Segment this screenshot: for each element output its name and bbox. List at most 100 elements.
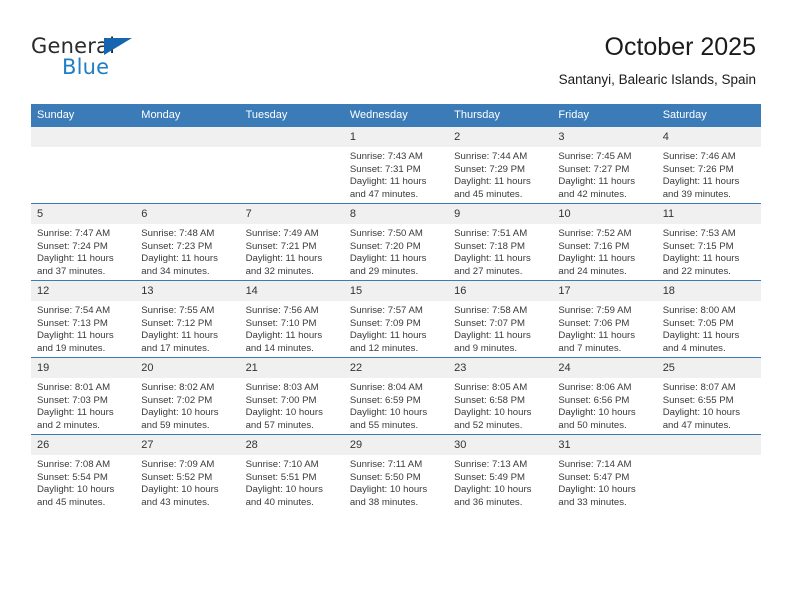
sunset-time: Sunset: 5:50 PM — [349, 471, 421, 483]
calendar-day-cell[interactable]: 29 Sunrise: 7:11 AM Sunset: 5:50 PM Dayligh… — [343, 434, 449, 511]
calendar-day-cell[interactable]: 2 Sunrise: 7:44 AM Sunset: 7:29 PM Daylight… — [448, 126, 553, 204]
calendar-day-cell[interactable]: 30 Sunrise: 7:13 AM Sunset: 5:49 PM Dayligh… — [448, 434, 553, 511]
calendar-day-cell[interactable]: 14 Sunrise: 7:56 AM Sunset: 7:10 PM Dayligh… — [239, 280, 344, 358]
sunset-time: Sunset: 7:06 PM — [558, 317, 630, 329]
calendar-day-cell[interactable]: 25 Sunrise: 8:07 AM Sunset: 6:55 PM Dayligh… — [656, 357, 761, 435]
sunset-time: Sunset: 6:59 PM — [349, 394, 421, 406]
calendar-day-cell[interactable]: 9 Sunrise: 7:51 AM Sunset: 7:18 PM Daylight… — [448, 203, 553, 281]
day-number: 31 — [552, 435, 657, 455]
sunset-time: Sunset: 7:16 PM — [558, 240, 630, 252]
day-details: Sunrise: 7:44 AM Sunset: 7:29 PM Daylight:… — [448, 147, 552, 201]
daylight-duration: Daylight: 10 hours and 52 minutes. — [454, 407, 532, 431]
day-details: Sunrise: 7:08 AM Sunset: 5:54 PM Daylight:… — [31, 455, 135, 509]
daylight-duration: Daylight: 10 hours and 45 minutes. — [37, 484, 115, 508]
daylight-duration: Daylight: 10 hours and 43 minutes. — [141, 484, 219, 508]
daylight-duration: Daylight: 11 hours and 9 minutes. — [454, 330, 531, 354]
sunrise-time: Sunrise: 7:49 AM — [245, 228, 319, 239]
calendar-day-cell[interactable]: 7 Sunrise: 7:49 AM Sunset: 7:21 PM Daylight… — [239, 203, 344, 281]
sunset-time: Sunset: 7:07 PM — [454, 317, 526, 329]
sunset-time: Sunset: 5:47 PM — [558, 471, 630, 483]
calendar-day-cell[interactable]: 21 Sunrise: 8:03 AM Sunset: 7:00 PM Dayligh… — [239, 357, 344, 435]
sunset-time: Sunset: 5:52 PM — [141, 471, 213, 483]
calendar-day-cell[interactable]: 22 Sunrise: 8:04 AM Sunset: 6:59 PM Dayligh… — [343, 357, 449, 435]
sunrise-time: Sunrise: 8:07 AM — [662, 382, 736, 393]
sunrise-time: Sunrise: 7:58 AM — [454, 305, 528, 316]
calendar-day-cell[interactable]: 8 Sunrise: 7:50 AM Sunset: 7:20 PM Daylight… — [343, 203, 449, 281]
sunrise-time: Sunrise: 7:11 AM — [349, 459, 423, 470]
day-number: 15 — [343, 281, 449, 301]
calendar-day-cell[interactable]: 5 Sunrise: 7:47 AM Sunset: 7:24 PM Daylight… — [31, 203, 136, 281]
calendar-empty-cell — [135, 126, 240, 204]
day-number: 4 — [656, 127, 761, 147]
day-details: Sunrise: 7:58 AM Sunset: 7:07 PM Daylight:… — [448, 301, 552, 355]
calendar-day-cell[interactable]: 15 Sunrise: 7:57 AM Sunset: 7:09 PM Dayligh… — [343, 280, 449, 358]
daylight-duration: Daylight: 11 hours and 19 minutes. — [37, 330, 114, 354]
day-number: 27 — [135, 435, 240, 455]
weekday-header-thursday: Thursday — [448, 104, 553, 127]
day-details: Sunrise: 8:04 AM Sunset: 6:59 PM Daylight:… — [344, 378, 448, 432]
calendar-day-cell[interactable]: 10 Sunrise: 7:52 AM Sunset: 7:16 PM Dayligh… — [552, 203, 657, 281]
calendar-day-cell[interactable]: 24 Sunrise: 8:06 AM Sunset: 6:56 PM Dayligh… — [552, 357, 657, 435]
calendar-day-cell[interactable]: 4 Sunrise: 7:46 AM Sunset: 7:26 PM Daylight… — [656, 126, 761, 204]
sunset-time: Sunset: 7:18 PM — [454, 240, 526, 252]
day-details: Sunrise: 8:06 AM Sunset: 6:56 PM Daylight:… — [552, 378, 656, 432]
day-number: 16 — [448, 281, 553, 301]
day-details: Sunrise: 7:09 AM Sunset: 5:52 PM Daylight:… — [135, 455, 239, 509]
calendar-day-cell[interactable]: 31 Sunrise: 7:14 AM Sunset: 5:47 PM Dayligh… — [552, 434, 657, 511]
calendar-day-cell[interactable]: 27 Sunrise: 7:09 AM Sunset: 5:52 PM Dayligh… — [135, 434, 240, 511]
weekday-header-monday: Monday — [135, 104, 240, 127]
day-details: Sunrise: 7:51 AM Sunset: 7:18 PM Daylight:… — [448, 224, 552, 278]
daylight-duration: Daylight: 10 hours and 47 minutes. — [662, 407, 741, 431]
calendar-day-cell[interactable]: 16 Sunrise: 7:58 AM Sunset: 7:07 PM Dayligh… — [448, 280, 553, 358]
sunrise-time: Sunrise: 7:09 AM — [141, 459, 215, 470]
calendar-day-cell[interactable]: 11 Sunrise: 7:53 AM Sunset: 7:15 PM Dayligh… — [656, 203, 761, 281]
brand-logo[interactable]: General Blue — [31, 34, 231, 82]
weekday-header-sunday: Sunday — [31, 104, 136, 127]
daylight-duration: Daylight: 11 hours and 4 minutes. — [662, 330, 740, 354]
calendar-day-cell[interactable]: 3 Sunrise: 7:45 AM Sunset: 7:27 PM Daylight… — [552, 126, 657, 204]
calendar-day-cell[interactable]: 23 Sunrise: 8:05 AM Sunset: 6:58 PM Dayligh… — [448, 357, 553, 435]
sunset-time: Sunset: 7:27 PM — [558, 163, 630, 175]
calendar-day-cell[interactable]: 19 Sunrise: 8:01 AM Sunset: 7:03 PM Dayligh… — [31, 357, 136, 435]
calendar-day-cell[interactable]: 26 Sunrise: 7:08 AM Sunset: 5:54 PM Dayligh… — [31, 434, 136, 511]
daylight-duration: Daylight: 11 hours and 37 minutes. — [37, 253, 114, 277]
day-number: 29 — [343, 435, 449, 455]
weekday-header-wednesday: Wednesday — [343, 104, 449, 127]
calendar-week-row: 12 Sunrise: 7:54 AM Sunset: 7:13 PM Dayligh… — [31, 280, 761, 358]
sunrise-time: Sunrise: 7:47 AM — [37, 228, 111, 239]
sunrise-time: Sunrise: 8:05 AM — [454, 382, 528, 393]
weekday-header-saturday: Saturday — [656, 104, 761, 127]
sunrise-time: Sunrise: 7:08 AM — [37, 459, 111, 470]
calendar-day-cell[interactable]: 12 Sunrise: 7:54 AM Sunset: 7:13 PM Dayligh… — [31, 280, 136, 358]
calendar-day-cell[interactable]: 6 Sunrise: 7:48 AM Sunset: 7:23 PM Daylight… — [135, 203, 240, 281]
daylight-duration: Daylight: 11 hours and 14 minutes. — [245, 330, 323, 354]
day-number: 13 — [135, 281, 240, 301]
calendar-empty-cell — [239, 126, 344, 204]
day-number: 30 — [448, 435, 553, 455]
sunset-time: Sunset: 5:49 PM — [454, 471, 526, 483]
sunrise-time: Sunrise: 7:54 AM — [37, 305, 111, 316]
day-number: 19 — [31, 358, 136, 378]
calendar-day-cell[interactable]: 17 Sunrise: 7:59 AM Sunset: 7:06 PM Dayligh… — [552, 280, 657, 358]
sunrise-time: Sunrise: 7:51 AM — [454, 228, 528, 239]
weekday-header-tuesday: Tuesday — [239, 104, 344, 127]
calendar-week-row: 19 Sunrise: 8:01 AM Sunset: 7:03 PM Dayligh… — [31, 357, 761, 435]
calendar-day-cell[interactable]: 1 Sunrise: 7:43 AM Sunset: 7:31 PM Daylight… — [343, 126, 449, 204]
daylight-duration: Daylight: 11 hours and 7 minutes. — [558, 330, 636, 354]
day-details: Sunrise: 7:54 AM Sunset: 7:13 PM Daylight:… — [31, 301, 135, 355]
daylight-duration: Daylight: 10 hours and 38 minutes. — [349, 484, 428, 508]
day-details: Sunrise: 7:47 AM Sunset: 7:24 PM Daylight:… — [31, 224, 135, 278]
day-details: Sunrise: 7:45 AM Sunset: 7:27 PM Daylight:… — [552, 147, 656, 201]
sunrise-time: Sunrise: 8:06 AM — [558, 382, 632, 393]
calendar-day-cell[interactable]: 18 Sunrise: 8:00 AM Sunset: 7:05 PM Dayligh… — [656, 280, 761, 358]
title-block: October 2025 Santanyi, Balearic Islands,… — [559, 32, 756, 90]
daylight-duration: Daylight: 11 hours and 34 minutes. — [141, 253, 218, 277]
calendar-empty-cell — [31, 126, 136, 204]
day-details: Sunrise: 7:11 AM Sunset: 5:50 PM Daylight:… — [344, 455, 448, 509]
day-details: Sunrise: 7:48 AM Sunset: 7:23 PM Daylight:… — [135, 224, 239, 278]
day-details: Sunrise: 7:14 AM Sunset: 5:47 PM Daylight:… — [552, 455, 656, 509]
calendar-day-cell[interactable]: 20 Sunrise: 8:02 AM Sunset: 7:02 PM Dayligh… — [135, 357, 240, 435]
calendar-day-cell[interactable]: 13 Sunrise: 7:55 AM Sunset: 7:12 PM Dayligh… — [135, 280, 240, 358]
sunset-time: Sunset: 6:55 PM — [662, 394, 734, 406]
calendar-day-cell[interactable]: 28 Sunrise: 7:10 AM Sunset: 5:51 PM Dayligh… — [239, 434, 344, 511]
